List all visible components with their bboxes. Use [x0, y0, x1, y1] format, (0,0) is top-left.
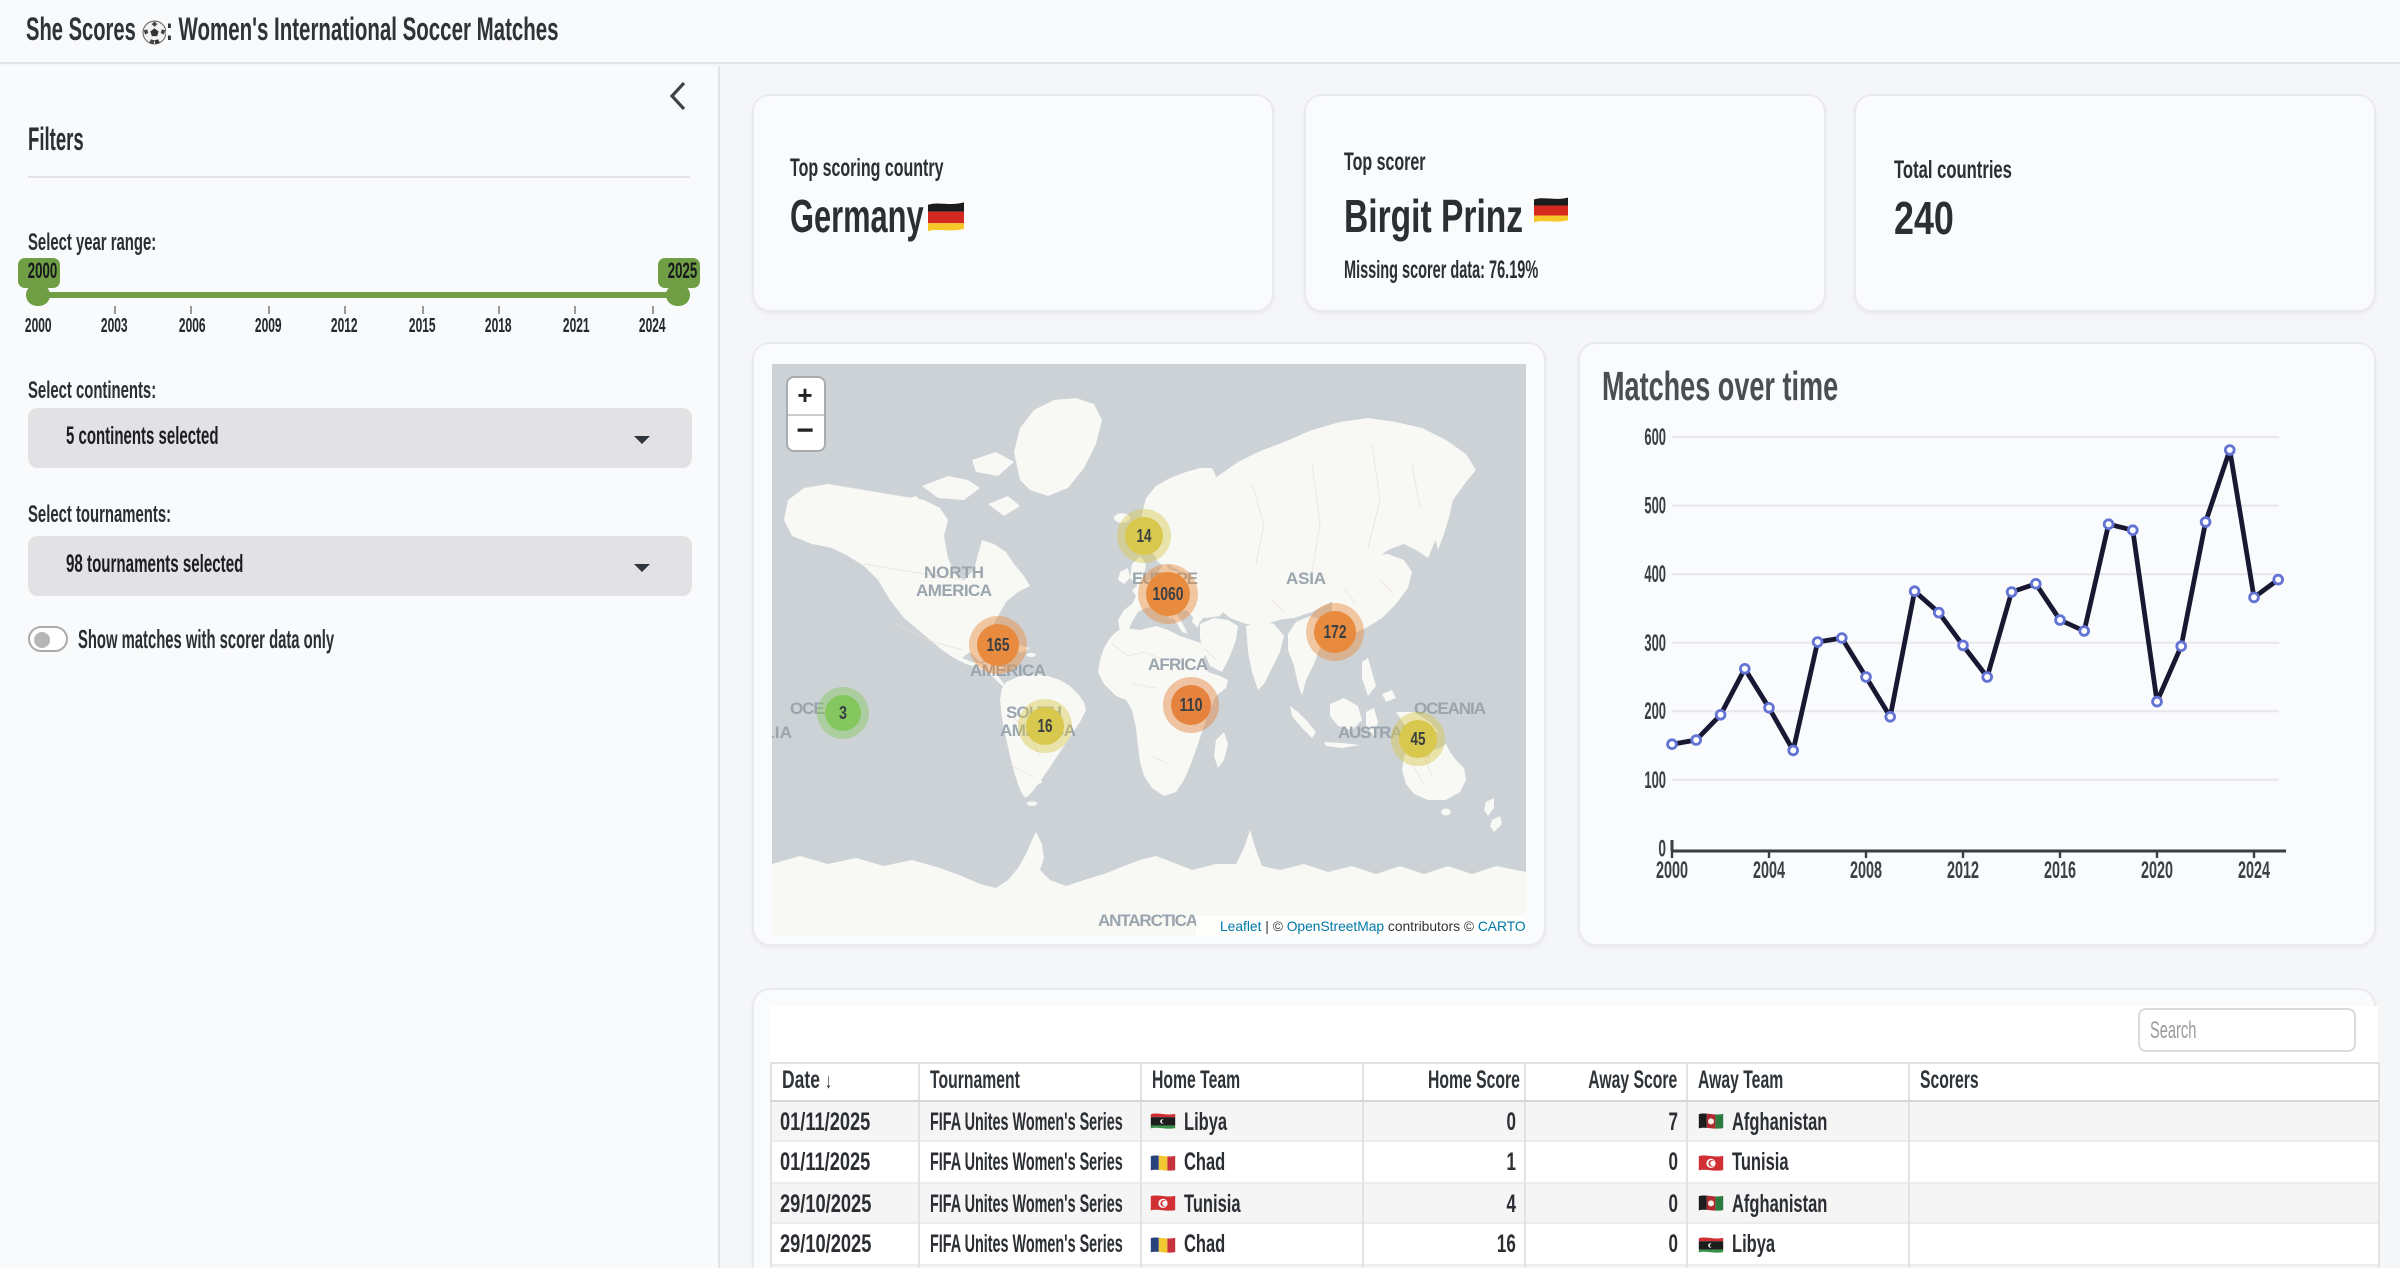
- svg-text:3: 3: [839, 702, 847, 722]
- svg-text:2020: 2020: [2141, 856, 2173, 883]
- svg-text:ASIA: ASIA: [1286, 568, 1326, 587]
- svg-text:Leaflet | © OpenStreetMap cont: Leaflet | © OpenStreetMap contributors ©…: [1220, 918, 1526, 933]
- svg-text:2008: 2008: [1850, 856, 1882, 883]
- svg-text:200: 200: [1644, 697, 1666, 724]
- svg-text:100: 100: [1644, 766, 1666, 793]
- svg-text:AFRICA: AFRICA: [1148, 654, 1208, 673]
- svg-text:ANTARCTICA: ANTARCTICA: [1098, 910, 1198, 929]
- svg-text:500: 500: [1644, 492, 1666, 519]
- svg-text:14: 14: [1137, 525, 1152, 545]
- svg-text:165: 165: [987, 634, 1010, 654]
- svg-text:110: 110: [1180, 694, 1203, 714]
- svg-text:1060: 1060: [1153, 583, 1184, 603]
- svg-text:2012: 2012: [1947, 856, 1979, 883]
- svg-text:2024: 2024: [2238, 856, 2270, 883]
- svg-text:2000: 2000: [1656, 856, 1688, 883]
- svg-text:2004: 2004: [1753, 856, 1785, 883]
- svg-text:2016: 2016: [2044, 856, 2076, 883]
- svg-text:LIA: LIA: [772, 722, 792, 741]
- svg-text:16: 16: [1038, 715, 1053, 735]
- svg-text:45: 45: [1411, 728, 1426, 748]
- svg-text:300: 300: [1644, 629, 1666, 656]
- svg-text:172: 172: [1324, 621, 1347, 641]
- svg-text:400: 400: [1644, 560, 1666, 587]
- svg-text:NORTH: NORTH: [924, 562, 984, 581]
- svg-text:600: 600: [1644, 423, 1666, 450]
- svg-text:AMERICA: AMERICA: [916, 580, 992, 599]
